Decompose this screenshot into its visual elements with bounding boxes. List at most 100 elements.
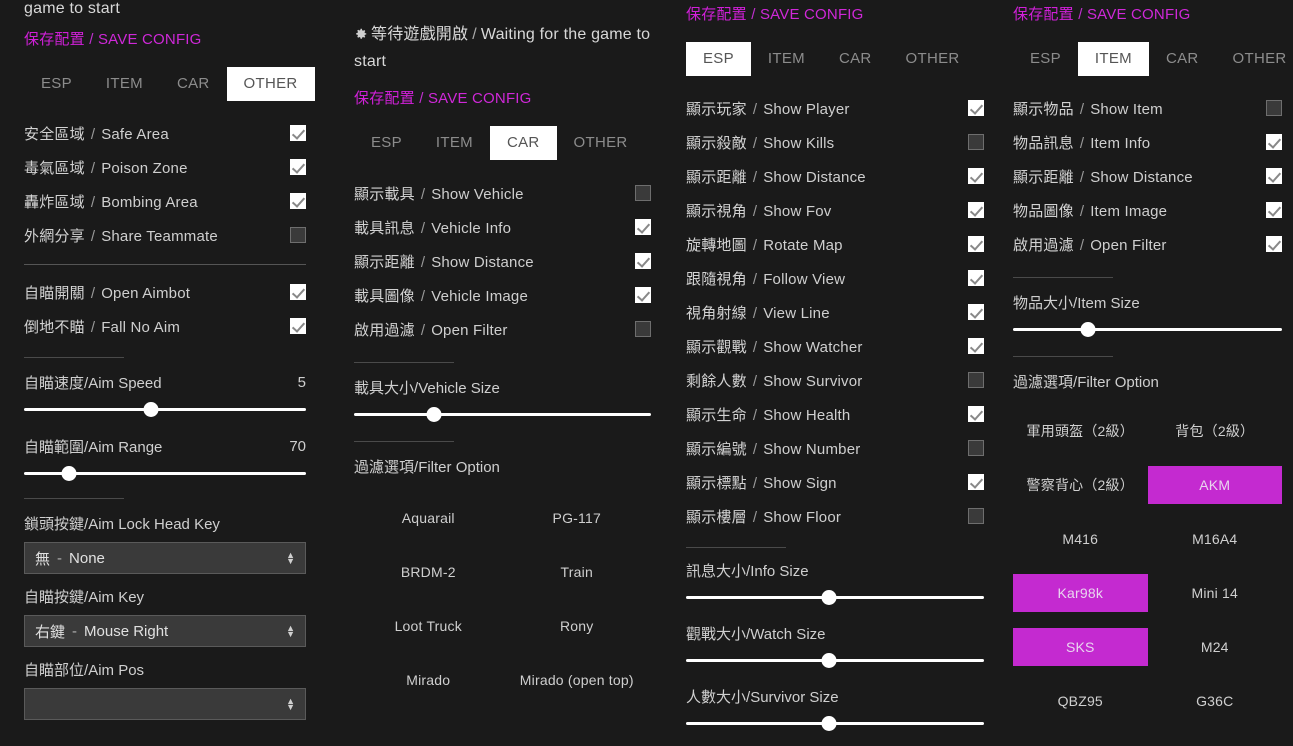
filter-item[interactable]: 背包（2級） (1148, 404, 1283, 458)
slider-aim-range[interactable] (24, 466, 306, 482)
toggle-row-poison-zone[interactable]: 毒氣區域 / Poison Zone (24, 150, 306, 184)
tab-car[interactable]: CAR (1149, 42, 1216, 76)
checkbox-show-watcher[interactable] (968, 338, 984, 354)
toggle-row-show-watcher[interactable]: 顯示觀戰 / Show Watcher (686, 329, 984, 363)
tab-esp[interactable]: ESP (1013, 42, 1078, 76)
toggle-row-safe-area[interactable]: 安全區域 / Safe Area (24, 116, 306, 150)
toggle-row-share-teammate[interactable]: 外網分享 / Share Teammate (24, 218, 306, 252)
toggle-row-show-survivor[interactable]: 剩餘人數 / Show Survivor (686, 363, 984, 397)
toggle-row-bombing-area[interactable]: 轟炸區域 / Bombing Area (24, 184, 306, 218)
tab-car[interactable]: CAR (160, 67, 227, 101)
slider-item-size[interactable] (1013, 322, 1282, 338)
slider-thumb[interactable] (821, 590, 837, 605)
tab-item[interactable]: ITEM (89, 67, 160, 101)
toggle-row-view-line[interactable]: 視角射線 / View Line (686, 295, 984, 329)
toggle-row-follow-view[interactable]: 跟隨視角 / Follow View (686, 261, 984, 295)
select-aim-key[interactable]: 右鍵 - Mouse Right ▲ ▼ (24, 615, 306, 647)
filter-item[interactable]: 警察背心（2級） (1013, 458, 1148, 512)
slider-thumb[interactable] (143, 402, 159, 417)
filter-item[interactable]: Loot Truck (354, 599, 503, 653)
filter-item[interactable]: Train (503, 545, 652, 599)
checkbox-show-kills[interactable] (968, 134, 984, 150)
slider-aim-speed[interactable] (24, 402, 306, 418)
toggle-row-open-aimbot[interactable]: 自瞄開關 / Open Aimbot (24, 275, 306, 309)
filter-item[interactable]: Mini 14 (1148, 566, 1283, 620)
tab-item[interactable]: ITEM (1077, 42, 1149, 76)
checkbox-safe-area[interactable] (290, 125, 306, 141)
checkbox-open-filter[interactable] (1266, 236, 1282, 252)
tab-other[interactable]: OTHER (557, 126, 645, 160)
toggle-row-open-filter[interactable]: 啟用過濾 / Open Filter (1013, 227, 1282, 261)
checkbox-item-image[interactable] (1266, 202, 1282, 218)
toggle-row-show-health[interactable]: 顯示生命 / Show Health (686, 397, 984, 431)
slider-info-size[interactable] (686, 590, 984, 606)
checkbox-bombing-area[interactable] (290, 193, 306, 209)
slider-thumb[interactable] (821, 716, 837, 731)
slider-thumb[interactable] (1080, 322, 1096, 337)
save-config-link[interactable]: 保存配置 / SAVE CONFIG (686, 5, 984, 25)
slider-thumb[interactable] (61, 466, 77, 481)
checkbox-open-aimbot[interactable] (290, 284, 306, 300)
tab-item[interactable]: ITEM (419, 126, 490, 160)
toggle-row-show-distance[interactable]: 顯示距離 / Show Distance (686, 159, 984, 193)
select-aim-lock-head-key[interactable]: 無 - None ▲ ▼ (24, 542, 306, 574)
toggle-row-vehicle-info[interactable]: 載具訊息 / Vehicle Info (354, 210, 651, 244)
filter-item[interactable]: Mirado (354, 653, 503, 707)
checkbox-show-sign[interactable] (968, 474, 984, 490)
toggle-row-open-filter[interactable]: 啟用過濾 / Open Filter (354, 312, 651, 346)
toggle-row-vehicle-image[interactable]: 載具圖像 / Vehicle Image (354, 278, 651, 312)
toggle-row-show-vehicle[interactable]: 顯示載具 / Show Vehicle (354, 176, 651, 210)
checkbox-follow-view[interactable] (968, 270, 984, 286)
toggle-row-show-floor[interactable]: 顯示樓層 / Show Floor (686, 499, 984, 533)
slider-vehicle-size[interactable] (354, 407, 651, 423)
checkbox-item-info[interactable] (1266, 134, 1282, 150)
toggle-row-show-sign[interactable]: 顯示標點 / Show Sign (686, 465, 984, 499)
checkbox-view-line[interactable] (968, 304, 984, 320)
filter-item[interactable]: M16A4 (1148, 512, 1283, 566)
checkbox-show-distance[interactable] (1266, 168, 1282, 184)
toggle-row-show-distance[interactable]: 顯示距離 / Show Distance (354, 244, 651, 278)
checkbox-vehicle-image[interactable] (635, 287, 651, 303)
checkbox-show-health[interactable] (968, 406, 984, 422)
tab-other[interactable]: OTHER (226, 67, 315, 101)
slider-thumb[interactable] (426, 407, 442, 422)
toggle-row-show-distance[interactable]: 顯示距離 / Show Distance (1013, 159, 1282, 193)
filter-item[interactable]: M24 (1148, 620, 1283, 674)
filter-item[interactable]: Mirado (open top) (503, 653, 652, 707)
checkbox-share-teammate[interactable] (290, 227, 306, 243)
filter-item-akm[interactable]: AKM (1147, 458, 1282, 512)
tab-car[interactable]: CAR (489, 126, 557, 160)
checkbox-show-survivor[interactable] (968, 372, 984, 388)
filter-item[interactable]: Rony (503, 599, 652, 653)
filter-item[interactable]: M416 (1013, 512, 1148, 566)
save-config-link[interactable]: 保存配置 / SAVE CONFIG (24, 30, 306, 50)
slider-watch-size[interactable] (686, 653, 984, 669)
filter-item[interactable]: G36C (1148, 674, 1283, 728)
tab-other[interactable]: OTHER (889, 42, 977, 76)
toggle-row-show-number[interactable]: 顯示編號 / Show Number (686, 431, 984, 465)
filter-item[interactable]: 軍用頭盔（2級） (1013, 404, 1148, 458)
toggle-row-show-item[interactable]: 顯示物品 / Show Item (1013, 91, 1282, 125)
toggle-row-item-info[interactable]: 物品訊息 / Item Info (1013, 125, 1282, 159)
toggle-row-item-image[interactable]: 物品圖像 / Item Image (1013, 193, 1282, 227)
toggle-row-show-kills[interactable]: 顯示殺敵 / Show Kills (686, 125, 984, 159)
checkbox-show-item[interactable] (1266, 100, 1282, 116)
save-config-link[interactable]: 保存配置 / SAVE CONFIG (1013, 5, 1282, 25)
checkbox-show-player[interactable] (968, 100, 984, 116)
select-aim-pos[interactable]: ▲ ▼ (24, 688, 306, 720)
filter-item[interactable]: BRDM-2 (354, 545, 503, 599)
checkbox-show-distance[interactable] (968, 168, 984, 184)
tab-car[interactable]: CAR (822, 42, 889, 76)
slider-thumb[interactable] (821, 653, 837, 668)
checkbox-show-fov[interactable] (968, 202, 984, 218)
slider-survivor-size[interactable] (686, 716, 984, 732)
tab-other[interactable]: OTHER (1216, 42, 1293, 76)
tab-esp[interactable]: ESP (354, 126, 419, 160)
tab-esp[interactable]: ESP (686, 42, 751, 76)
filter-item-sks[interactable]: SKS (1013, 620, 1148, 674)
checkbox-poison-zone[interactable] (290, 159, 306, 175)
save-config-link[interactable]: 保存配置 / SAVE CONFIG (354, 89, 651, 109)
toggle-row-fall-no-aim[interactable]: 倒地不瞄 / Fall No Aim (24, 309, 306, 343)
checkbox-vehicle-info[interactable] (635, 219, 651, 235)
toggle-row-show-player[interactable]: 顯示玩家 / Show Player (686, 91, 984, 125)
